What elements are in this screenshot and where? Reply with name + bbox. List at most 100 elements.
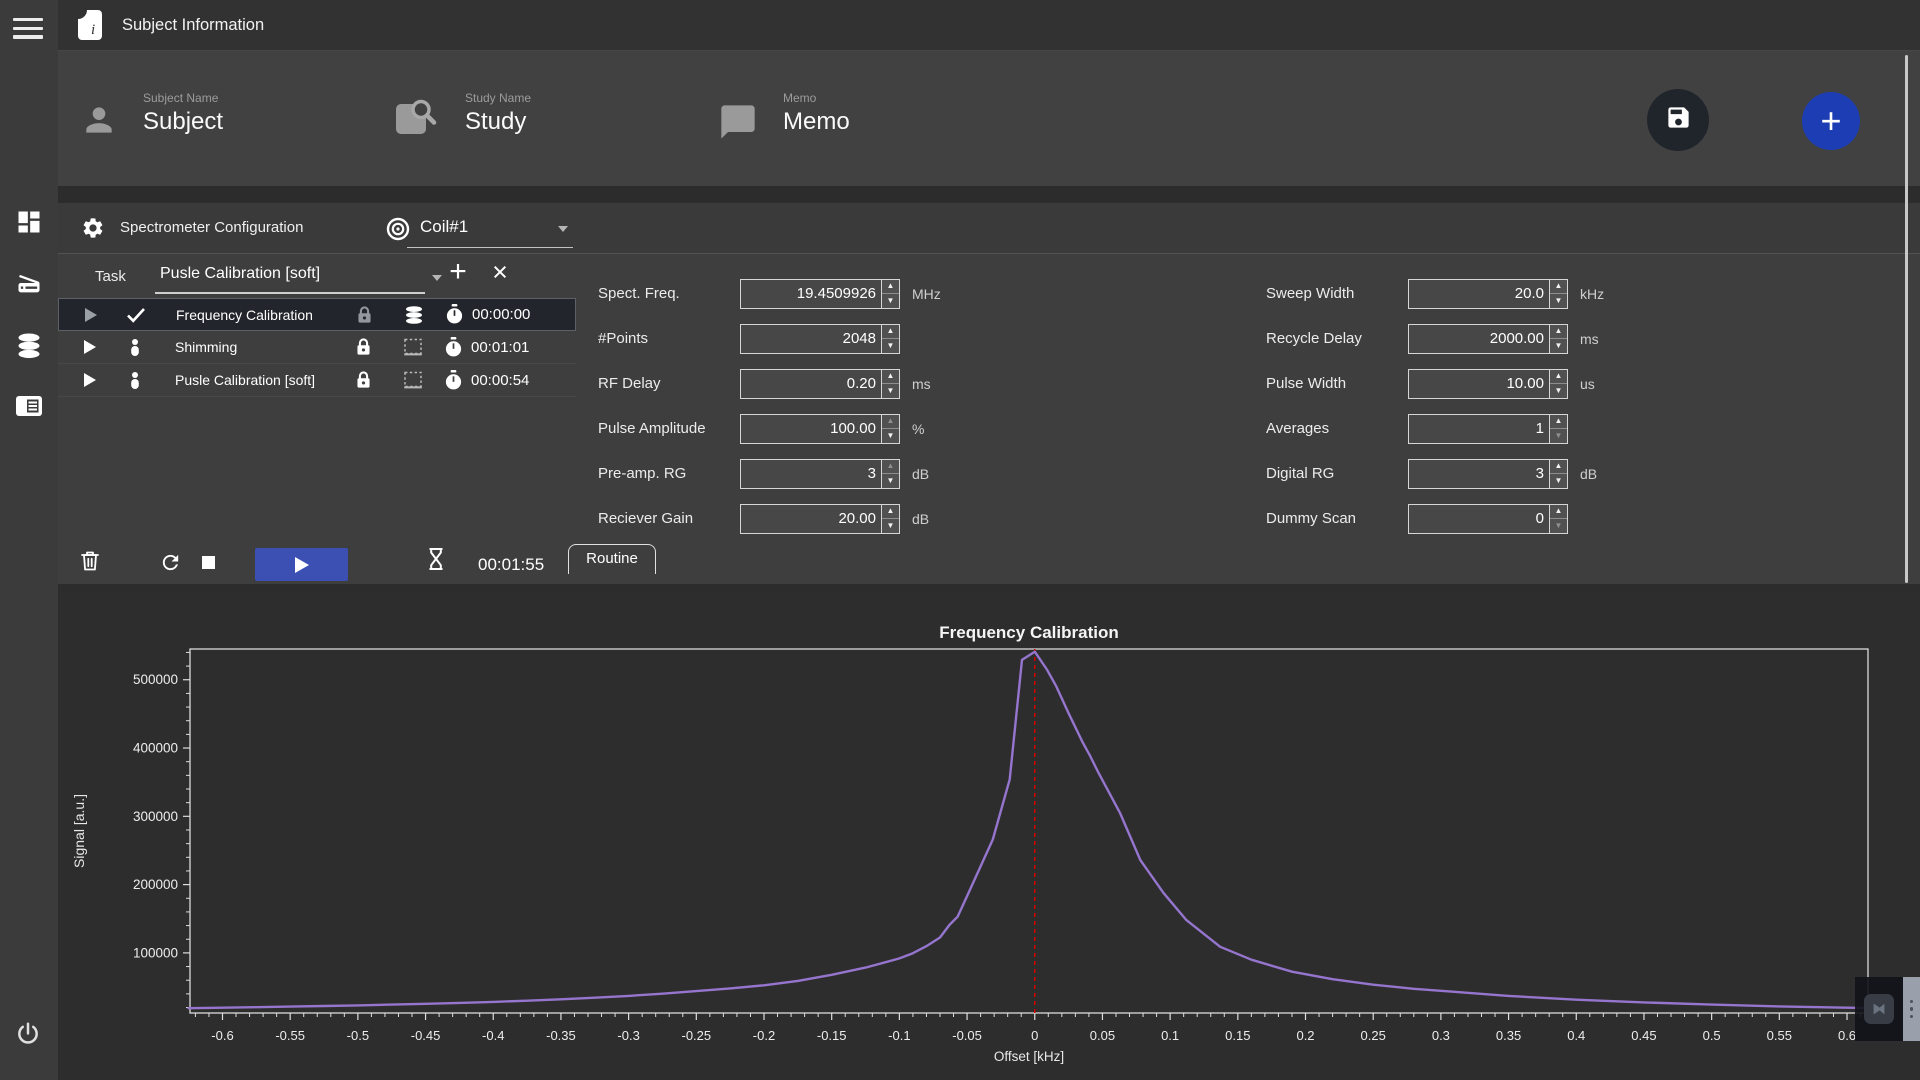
subject-name-field[interactable]: Subject Name Subject: [143, 91, 223, 136]
floating-widget-body[interactable]: [1855, 977, 1903, 1041]
remove-task-button[interactable]: ×: [486, 257, 514, 288]
param-input[interactable]: 10.00 ▲ ▼: [1408, 369, 1568, 399]
param-input[interactable]: 2048 ▲ ▼: [740, 324, 900, 354]
config-header: Spectrometer Configuration Coil#1: [58, 203, 1920, 254]
add-task-button[interactable]: +: [444, 255, 472, 289]
spinner-up-button[interactable]: ▲: [882, 370, 899, 384]
param-row: Recycle Delay 2000.00 ▲ ▼ ms: [1266, 316, 1622, 361]
memo-bubble-icon: [718, 102, 758, 147]
task-duration: 00:00:54: [471, 372, 529, 389]
chevron-down-icon[interactable]: [432, 275, 442, 281]
spinner-down-button[interactable]: ▼: [1550, 473, 1567, 488]
task-row[interactable]: Pusle Calibration [soft] 00:00:54: [58, 364, 576, 397]
param-unit: dB: [1580, 466, 1622, 482]
power-icon[interactable]: [15, 1021, 43, 1049]
spinner-down-button[interactable]: ▼: [882, 473, 899, 488]
spinner-down-button[interactable]: ▼: [882, 293, 899, 308]
add-button[interactable]: +: [1802, 92, 1860, 150]
save-button[interactable]: [1647, 89, 1709, 151]
spinner-up-button[interactable]: ▲: [1550, 415, 1567, 429]
coil-select[interactable]: Coil#1: [420, 203, 468, 251]
svg-text:-0.3: -0.3: [617, 1028, 639, 1043]
svg-text:0.35: 0.35: [1496, 1028, 1521, 1043]
param-input[interactable]: 1 ▲ ▼: [1408, 414, 1568, 444]
spinner-down-button[interactable]: ▼: [882, 518, 899, 533]
delete-icon[interactable]: [80, 550, 100, 577]
scrollbar[interactable]: [1905, 55, 1908, 583]
param-input[interactable]: 0 ▲ ▼: [1408, 504, 1568, 534]
frequency-calibration-chart: -0.6-0.55-0.5-0.45-0.4-0.35-0.3-0.25-0.2…: [58, 592, 1920, 1080]
param-label: Pre-amp. RG: [598, 465, 740, 482]
play-button[interactable]: [255, 548, 348, 581]
task-selector-row: Task Pusle Calibration [soft] + ×: [58, 258, 618, 298]
task-underline: [155, 292, 425, 294]
spinner-down-button[interactable]: ▼: [1550, 338, 1567, 353]
param-row: Pulse Amplitude 100.00 ▲ ▼ %: [598, 406, 954, 451]
param-value: 3: [741, 460, 881, 488]
param-input[interactable]: 19.4509926 ▲ ▼: [740, 279, 900, 309]
task-row[interactable]: Shimming 00:01:01: [58, 331, 576, 364]
svg-text:0.05: 0.05: [1090, 1028, 1115, 1043]
vertical-dots-icon[interactable]: [1903, 977, 1920, 1041]
spinner-up-button[interactable]: ▲: [882, 325, 899, 339]
param-unit: ms: [1580, 331, 1622, 347]
memo-label: Memo: [783, 91, 850, 105]
task-name: Shimming: [175, 339, 353, 355]
param-input[interactable]: 3 ▲ ▼: [1408, 459, 1568, 489]
news-icon[interactable]: [15, 394, 43, 422]
play-icon[interactable]: [85, 308, 97, 322]
spinner-down-button[interactable]: ▼: [1550, 383, 1567, 398]
person-icon: [125, 372, 145, 389]
param-row: RF Delay 0.20 ▲ ▼ ms: [598, 361, 954, 406]
dashboard-icon[interactable]: [15, 208, 43, 236]
spinner-up-button[interactable]: ▲: [1550, 460, 1567, 474]
spinner-down-button[interactable]: ▼: [1550, 293, 1567, 308]
param-unit: %: [912, 421, 954, 437]
repeat-icon[interactable]: [159, 551, 182, 579]
task-row[interactable]: Frequency Calibration 00:00:00: [58, 298, 576, 331]
spinner-up-button[interactable]: ▲: [882, 415, 899, 429]
floating-widget[interactable]: [1855, 977, 1920, 1041]
spinner-down-button[interactable]: ▼: [882, 428, 899, 443]
memo-field[interactable]: Memo Memo: [783, 91, 850, 136]
task-select[interactable]: Pusle Calibration [soft]: [160, 265, 320, 283]
spinner-up-button[interactable]: ▲: [882, 280, 899, 294]
param-input[interactable]: 3 ▲ ▼: [740, 459, 900, 489]
param-input[interactable]: 100.00 ▲ ▼: [740, 414, 900, 444]
chevron-down-icon[interactable]: [558, 226, 568, 232]
spinner-up-button[interactable]: ▲: [1550, 505, 1567, 519]
stop-button[interactable]: [202, 556, 215, 569]
param-value: 2000.00: [1409, 325, 1549, 353]
param-row: Reciever Gain 20.00 ▲ ▼ dB: [598, 496, 954, 541]
spinner-up-button[interactable]: ▲: [882, 505, 899, 519]
svg-text:500000: 500000: [133, 672, 178, 687]
spectrometer-config-panel: Spectrometer Configuration Coil#1 Task P…: [58, 203, 1920, 584]
spinner-up-button[interactable]: ▲: [1550, 370, 1567, 384]
spinner-down-button[interactable]: ▼: [1550, 428, 1567, 443]
params-column-right: Sweep Width 20.0 ▲ ▼ kHz Recycle Delay 2…: [1266, 271, 1622, 541]
scanner-icon[interactable]: [15, 269, 43, 297]
spinner-up-button[interactable]: ▲: [1550, 325, 1567, 339]
spinner: ▲ ▼: [1549, 325, 1567, 353]
param-label: Recycle Delay: [1266, 330, 1408, 347]
param-value: 20.0: [1409, 280, 1549, 308]
study-name-field[interactable]: Study Name Study: [465, 91, 531, 136]
spinner-down-button[interactable]: ▼: [1550, 518, 1567, 533]
spinner-down-button[interactable]: ▼: [882, 338, 899, 353]
param-input[interactable]: 0.20 ▲ ▼: [740, 369, 900, 399]
param-input[interactable]: 2000.00 ▲ ▼: [1408, 324, 1568, 354]
spinner-up-button[interactable]: ▲: [1550, 280, 1567, 294]
param-input[interactable]: 20.00 ▲ ▼: [740, 504, 900, 534]
play-icon[interactable]: [84, 373, 96, 387]
tab-routine[interactable]: Routine: [568, 544, 656, 574]
database-icon[interactable]: [15, 333, 43, 361]
param-input[interactable]: 20.0 ▲ ▼: [1408, 279, 1568, 309]
spinner-down-button[interactable]: ▼: [882, 383, 899, 398]
play-icon[interactable]: [84, 340, 96, 354]
person-icon: [80, 101, 118, 144]
menu-icon[interactable]: [13, 18, 43, 40]
elapsed-time: 00:01:55: [478, 548, 544, 581]
param-value: 100.00: [741, 415, 881, 443]
spinner-up-button[interactable]: ▲: [882, 460, 899, 474]
svg-text:-0.6: -0.6: [211, 1028, 233, 1043]
